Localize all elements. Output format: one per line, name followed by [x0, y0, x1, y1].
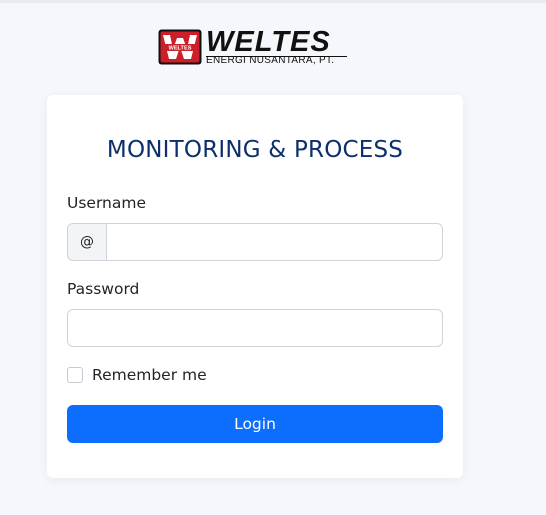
- weltes-logo: WELTES WELTES ENERGI NUSANTARA, PT.: [158, 27, 348, 69]
- login-card: MONITORING & PROCESS Username @ Password…: [47, 95, 463, 478]
- brand-name: WELTES: [206, 26, 331, 58]
- remember-me-checkbox[interactable]: [67, 367, 83, 383]
- username-label: Username: [67, 194, 147, 212]
- weltes-logo-mark-icon: WELTES: [158, 29, 202, 65]
- remember-me-control[interactable]: Remember me: [67, 366, 207, 384]
- page-title: MONITORING & PROCESS: [106, 137, 404, 163]
- username-input-group: @: [67, 223, 443, 261]
- brand-subtitle: ENERGI NUSANTARA, PT.: [206, 55, 335, 66]
- top-divider: [0, 0, 546, 3]
- username-input[interactable]: [106, 223, 443, 261]
- at-sign-prefix: @: [67, 223, 106, 261]
- logo-mark-text: WELTES: [169, 46, 192, 52]
- password-input[interactable]: [67, 309, 443, 347]
- login-button[interactable]: Login: [67, 405, 443, 443]
- remember-me-label[interactable]: Remember me: [92, 366, 207, 384]
- password-label: Password: [67, 280, 140, 298]
